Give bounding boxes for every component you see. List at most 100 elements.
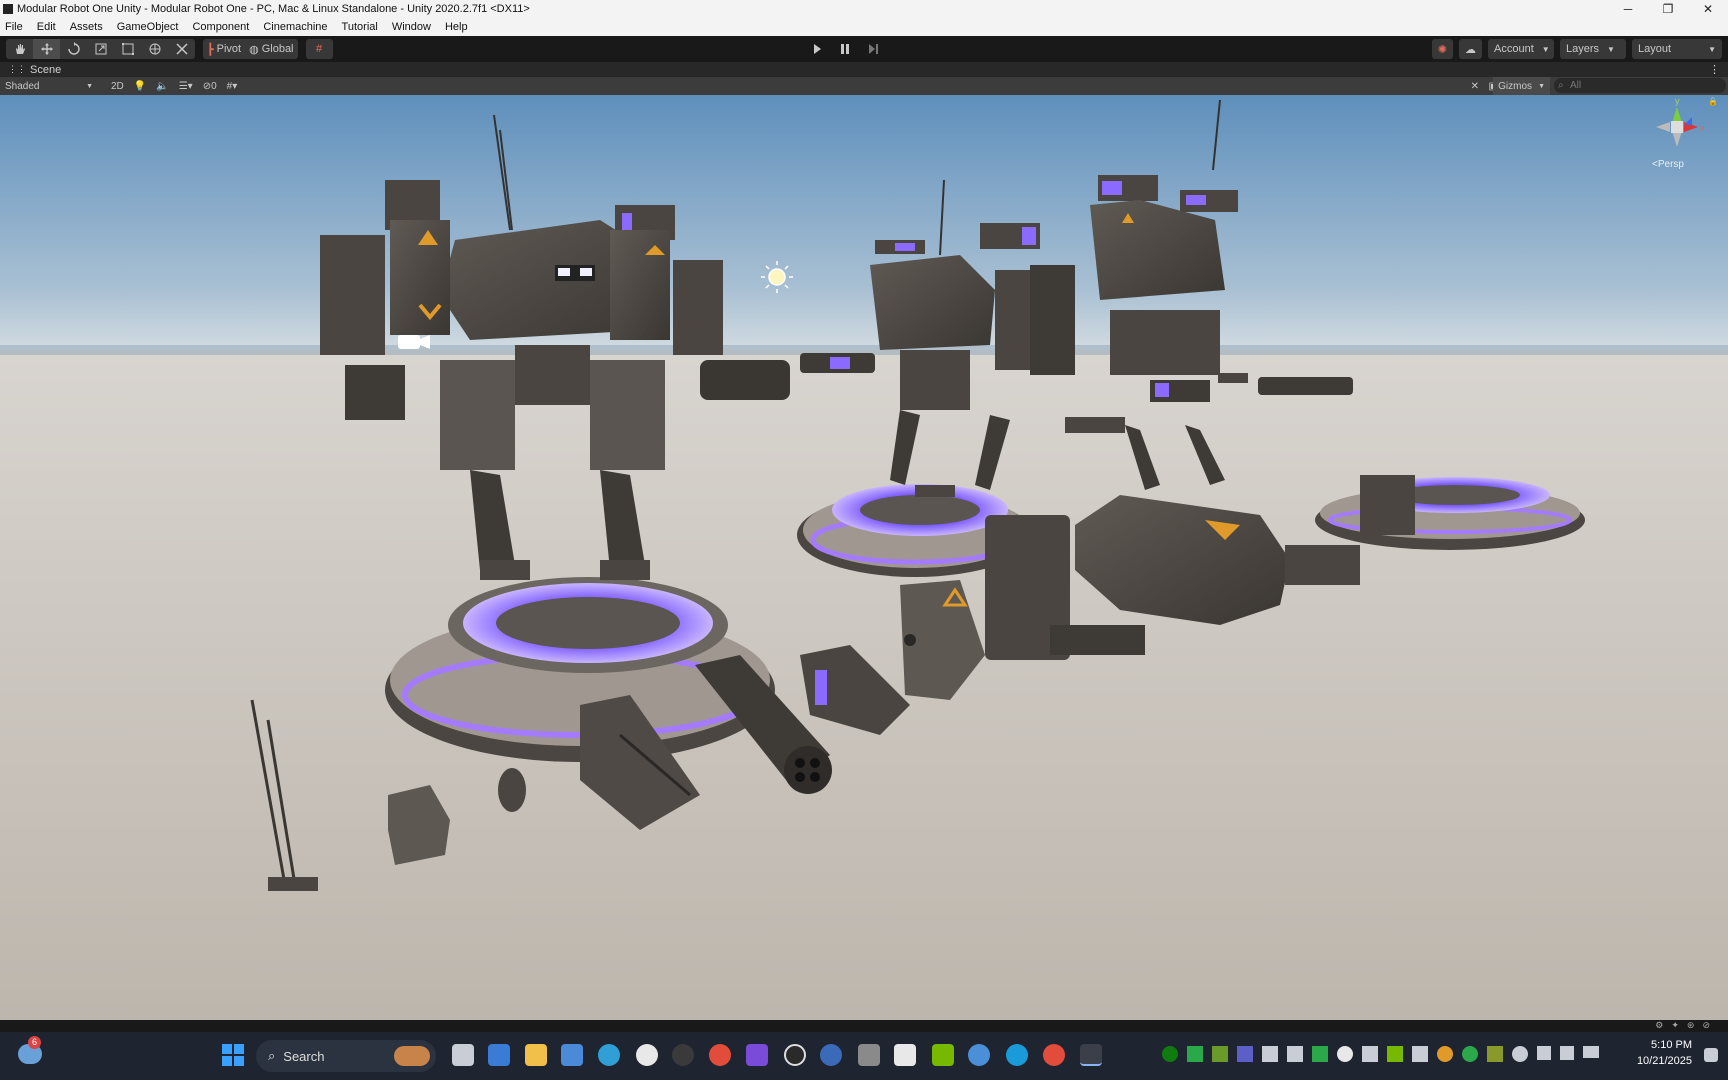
- cloud-button[interactable]: ☁: [1459, 39, 1482, 59]
- tray-green-circle-icon[interactable]: [1462, 1046, 1478, 1062]
- alienware-icon[interactable]: [636, 1044, 658, 1066]
- orientation-gizmo[interactable]: y x z 🔒 <Persp: [1640, 95, 1718, 185]
- small-cylinder-part[interactable]: [498, 768, 526, 812]
- ime-icon[interactable]: [1412, 1046, 1428, 1062]
- grid-icon: ⋮⋮: [8, 64, 26, 74]
- tray-wave-icon[interactable]: [1362, 1046, 1378, 1062]
- vs-icon[interactable]: [1262, 1046, 1278, 1062]
- wifi-icon[interactable]: [1537, 1046, 1551, 1060]
- globe-app-icon[interactable]: [820, 1044, 842, 1066]
- account-label: Account: [1494, 43, 1534, 55]
- clipchamp-icon[interactable]: [746, 1044, 768, 1066]
- helmet-app-icon[interactable]: [672, 1044, 694, 1066]
- menu-edit[interactable]: Edit: [37, 21, 56, 33]
- tray-lightning-icon[interactable]: [1212, 1046, 1228, 1062]
- nvidia-icon[interactable]: [932, 1044, 954, 1066]
- chrome-icon[interactable]: [709, 1044, 731, 1066]
- pause-button[interactable]: [831, 39, 859, 59]
- scene-viewport[interactable]: y x z 🔒 <Persp: [0, 95, 1728, 1020]
- step-button[interactable]: [859, 39, 887, 59]
- hand-tool-icon[interactable]: [6, 39, 33, 59]
- volume-icon[interactable]: [1560, 1046, 1574, 1060]
- audio-toggle-icon[interactable]: 🔈: [151, 77, 173, 95]
- xbox-icon[interactable]: [1162, 1046, 1178, 1062]
- cloud-icon: ☁: [1465, 43, 1476, 56]
- teams-icon[interactable]: [1237, 1046, 1253, 1062]
- persp-label[interactable]: <Persp: [1652, 159, 1684, 170]
- global-toggle[interactable]: ◍ Global: [245, 39, 297, 59]
- task-view-icon[interactable]: [452, 1044, 474, 1066]
- account-dropdown[interactable]: Account ▼: [1488, 39, 1554, 59]
- grid-dropdown-icon[interactable]: #▾: [222, 77, 243, 95]
- layout-dropdown[interactable]: Layout ▼: [1632, 39, 1722, 59]
- gizmos-dropdown[interactable]: Gizmos ▼: [1493, 77, 1550, 95]
- grammarly-icon[interactable]: [1337, 1046, 1353, 1062]
- refresh-icon[interactable]: [1512, 1046, 1528, 1062]
- transform-tools: [6, 39, 195, 59]
- device-app-icon[interactable]: [858, 1044, 880, 1066]
- search-icon: ⌕: [268, 1048, 276, 1063]
- hidden-objects-toggle[interactable]: ⊘ 0: [198, 77, 222, 95]
- menu-file[interactable]: File: [5, 21, 23, 33]
- script-app-icon[interactable]: [894, 1044, 916, 1066]
- restore-button[interactable]: ❐: [1648, 0, 1688, 18]
- custom-tool-icon[interactable]: [168, 39, 195, 59]
- menu-component[interactable]: Component: [192, 21, 249, 33]
- status-icons: ⚙✦⊛⊘: [1655, 1020, 1718, 1030]
- chevron-down-icon: ▼: [1538, 82, 1545, 90]
- move-tool-icon[interactable]: [33, 39, 60, 59]
- nvidia-tray-icon[interactable]: [1387, 1046, 1403, 1062]
- scale-tool-icon[interactable]: [87, 39, 114, 59]
- clock[interactable]: 5:10 PM 10/21/2025: [1637, 1037, 1692, 1069]
- mode-2d-toggle[interactable]: 2D: [106, 77, 129, 95]
- chrome-profile-icon[interactable]: [1043, 1044, 1065, 1066]
- rect-tool-icon[interactable]: [114, 39, 141, 59]
- minimize-button[interactable]: ─: [1608, 0, 1648, 18]
- menu-tutorial[interactable]: Tutorial: [342, 21, 378, 33]
- more-options-icon[interactable]: ⋮: [1709, 63, 1720, 76]
- copilot-icon[interactable]: [488, 1044, 510, 1066]
- world-app-icon[interactable]: [968, 1044, 990, 1066]
- notification-bell-icon[interactable]: [1704, 1048, 1718, 1062]
- unity-hub-icon[interactable]: [1287, 1046, 1303, 1062]
- clock-date: 10/21/2025: [1636, 1055, 1692, 1067]
- file-explorer-icon[interactable]: [525, 1044, 547, 1066]
- lock-icon[interactable]: 🔒: [1708, 97, 1718, 106]
- layers-dropdown[interactable]: Layers ▼: [1560, 39, 1626, 59]
- store-icon[interactable]: [561, 1044, 583, 1066]
- chevron-down-icon: ▼: [1607, 44, 1615, 54]
- obs-icon[interactable]: [784, 1044, 806, 1066]
- unity-logo-icon: [3, 4, 13, 14]
- menu-assets[interactable]: Assets: [70, 21, 103, 33]
- pivot-toggle[interactable]: ┣ Pivot: [203, 39, 245, 59]
- menu-cinemachine[interactable]: Cinemachine: [263, 21, 327, 33]
- tray-chat-icon[interactable]: [1312, 1046, 1328, 1062]
- gizmos-label: Gizmos: [1498, 80, 1533, 92]
- scene-tab[interactable]: ⋮⋮ Scene ⋮: [0, 62, 1728, 77]
- tray-monitor-icon[interactable]: [1487, 1046, 1503, 1062]
- taskbar-search[interactable]: ⌕ Search: [256, 1040, 436, 1072]
- menu-help[interactable]: Help: [445, 21, 468, 33]
- rotate-tool-icon[interactable]: [60, 39, 87, 59]
- tray-green-icon[interactable]: [1187, 1046, 1203, 1062]
- start-button[interactable]: [222, 1044, 244, 1066]
- effects-dropdown-icon[interactable]: ☰▾: [174, 77, 198, 95]
- play-button[interactable]: [803, 39, 831, 59]
- battery-icon[interactable]: [1583, 1046, 1599, 1058]
- status-bar: ⚙✦⊛⊘: [0, 1020, 1728, 1032]
- tools-icon[interactable]: ✕: [1466, 77, 1484, 95]
- edge-icon[interactable]: [1006, 1044, 1028, 1066]
- lighting-toggle-icon[interactable]: 💡: [129, 77, 151, 95]
- clock-time: 5:10 PM: [1651, 1039, 1692, 1051]
- browser-app-icon[interactable]: [598, 1044, 620, 1066]
- menu-window[interactable]: Window: [392, 21, 431, 33]
- close-button[interactable]: ✕: [1688, 0, 1728, 18]
- menu-gameobject[interactable]: GameObject: [117, 21, 179, 33]
- tray-orange-icon[interactable]: [1437, 1046, 1453, 1062]
- shading-mode-dropdown[interactable]: Shaded ▼: [0, 77, 98, 95]
- transform-tool-icon[interactable]: [141, 39, 168, 59]
- grid-snap-icon[interactable]: #: [306, 39, 333, 59]
- collab-button[interactable]: ✺: [1431, 39, 1453, 59]
- scene-search-input[interactable]: ⌕ All: [1554, 78, 1726, 93]
- unity-icon[interactable]: [1080, 1044, 1102, 1066]
